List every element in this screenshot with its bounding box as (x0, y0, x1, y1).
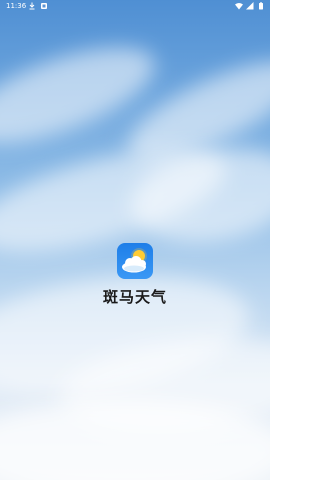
app-name: 斑马天气 (102, 288, 167, 306)
notification-icon (41, 3, 47, 9)
app-logo (117, 243, 153, 279)
sky-cloud (0, 400, 270, 480)
wifi-icon (235, 3, 243, 10)
status-bar: 11:36 (0, 0, 270, 12)
download-icon (29, 2, 35, 10)
status-time: 11:36 (6, 2, 27, 10)
signal-icon (246, 2, 254, 10)
weather-sun-cloud-icon (122, 248, 147, 273)
splash-screen: 11:36 斑马天气 (0, 0, 270, 480)
battery-icon (259, 2, 263, 10)
